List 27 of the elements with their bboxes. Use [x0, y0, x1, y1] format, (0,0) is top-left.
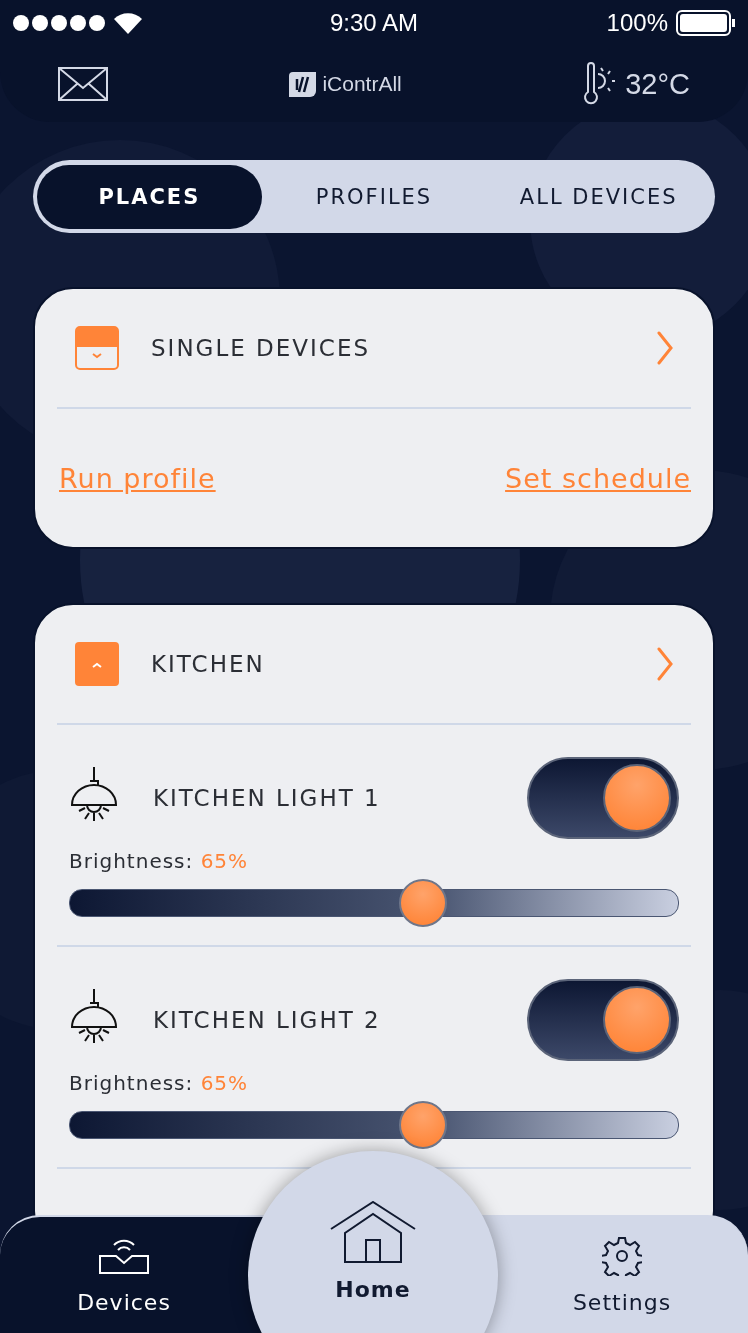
settings-icon [602, 1236, 642, 1276]
battery-icon [676, 10, 736, 36]
brightness-slider[interactable] [69, 1101, 679, 1149]
mail-icon[interactable] [58, 67, 108, 101]
place-title: KITCHEN [151, 651, 266, 677]
brightness-label: Brightness: 65% [69, 849, 250, 873]
brightness-label: Brightness: 65% [69, 1071, 250, 1095]
home-icon [330, 1201, 416, 1263]
device-name: KITCHEN LIGHT 1 [153, 785, 382, 811]
nav-tab[interactable]: Devices [0, 1217, 248, 1333]
temperature: 32°C [625, 67, 690, 101]
tab[interactable]: ALL DEVICES [486, 164, 711, 229]
device-name: KITCHEN LIGHT 2 [153, 1007, 382, 1033]
tab[interactable]: PROFILES [261, 164, 487, 229]
nav-tab[interactable]: Settings [498, 1217, 746, 1333]
place-title: SINGLE DEVICES [151, 335, 372, 361]
logo-icon [289, 71, 317, 97]
brightness-slider[interactable] [69, 879, 679, 927]
status-time: 9:30 AM [329, 9, 419, 37]
signal-icon [12, 14, 106, 32]
thermometer-sun-icon [583, 62, 618, 106]
wifi-icon [114, 12, 142, 34]
battery-percent: 100% [606, 9, 668, 37]
app-logo-text: iContrAll [322, 72, 402, 96]
slider-thumb[interactable] [398, 879, 447, 927]
slider-thumb[interactable] [398, 1101, 447, 1149]
tab[interactable]: PLACES [37, 164, 262, 229]
